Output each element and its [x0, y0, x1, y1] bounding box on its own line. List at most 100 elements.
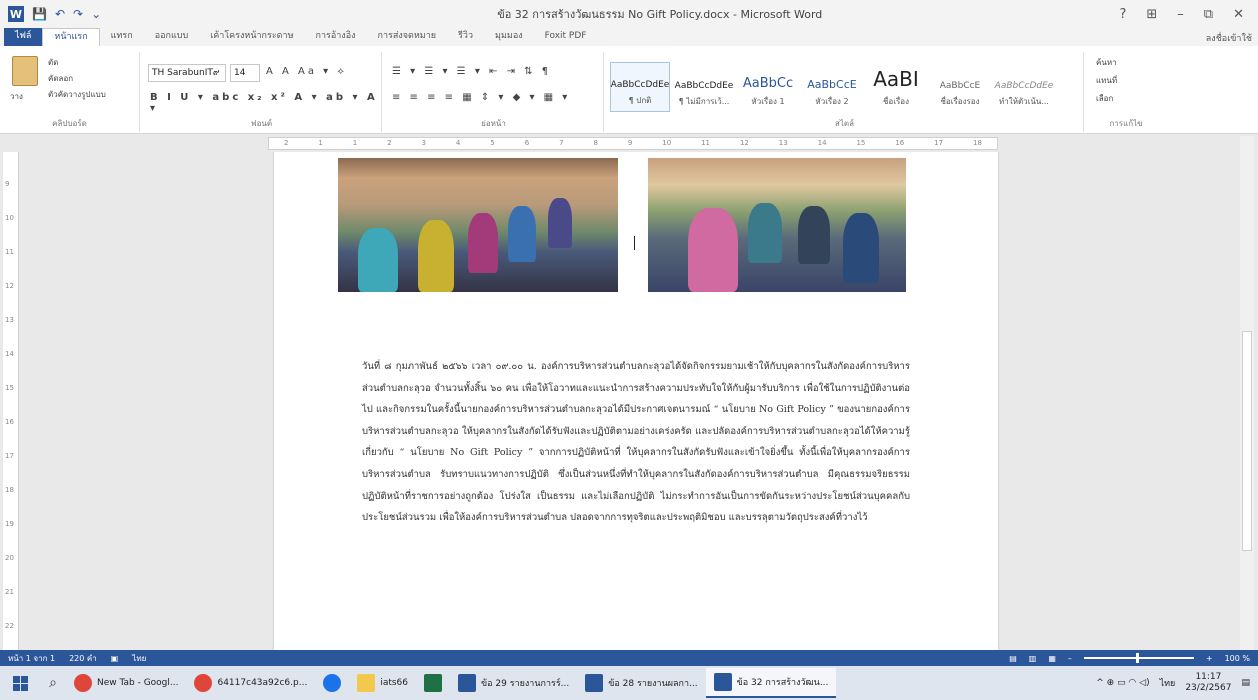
ruler-tick-label: 16	[895, 139, 905, 147]
minimize-button[interactable]: –	[1177, 7, 1184, 22]
taskbar-browser[interactable]	[315, 668, 349, 698]
taskbar-word-doc-28[interactable]: ข้อ 28 รายงานผลกา...	[577, 668, 705, 698]
customize-qat-icon[interactable]: ⌄	[91, 7, 101, 21]
tab-insert[interactable]: แทรก	[100, 28, 144, 46]
style-sample: AaBbCcE	[939, 81, 981, 91]
zoom-level[interactable]: 100 %	[1225, 654, 1250, 663]
vruler-tick-label: 22	[5, 622, 14, 630]
style-sample: AaBbCcDdEe	[674, 81, 734, 91]
vruler-tick-label: 12	[5, 282, 14, 290]
style-heading-1[interactable]: AaBbCc หัวเรื่อง 1	[738, 62, 798, 112]
event-photo-1[interactable]	[338, 158, 618, 292]
search-icon[interactable]: ⌕	[40, 675, 66, 691]
taskbar-word-doc-29[interactable]: ข้อ 29 รายงานการร์...	[450, 668, 577, 698]
read-mode-icon[interactable]: ▤	[1009, 654, 1017, 663]
vruler-tick-label: 11	[5, 248, 14, 256]
font-group-label: ฟอนต์	[250, 119, 273, 128]
taskbar-file-explorer[interactable]: iats66	[349, 668, 416, 698]
ruler-row: 2 1 1 2 3 4 5 6 7 8 9 10 11 12 13 14 15 16 17 18	[0, 134, 1258, 152]
restore-button[interactable]: ⧉	[1204, 7, 1213, 22]
word-icon	[458, 674, 477, 692]
language-indicator[interactable]: ไทย	[132, 652, 146, 665]
zoom-out-button[interactable]: –	[1068, 654, 1072, 663]
tab-mailings[interactable]: การส่งจดหมาย	[367, 28, 448, 46]
taskbar-word-doc-32[interactable]: ข้อ 32 การสร้างวัฒน...	[705, 668, 837, 698]
input-language[interactable]: ไทย	[1160, 676, 1176, 690]
proofing-icon[interactable]: ▣	[111, 654, 119, 663]
style-title[interactable]: AaBI ชื่อเรื่อง	[866, 62, 926, 112]
tab-design[interactable]: ออกแบบ	[144, 28, 200, 46]
web-layout-icon[interactable]: ▦	[1048, 654, 1056, 663]
ruler-tick-label: 15	[856, 139, 866, 147]
taskbar: ⌕ New Tab - Googl... 64117c43a92c6.p... …	[0, 666, 1258, 700]
event-photo-2[interactable]	[648, 158, 906, 292]
save-icon[interactable]: 💾	[32, 7, 47, 21]
document-page[interactable]: วันที่ ๘ กุมภาพันธ์ ๒๕๖๖ เวลา ๐๙.๐๐ น. อ…	[274, 152, 998, 650]
taskbar-excel[interactable]	[416, 668, 450, 698]
redo-icon[interactable]: ↷	[73, 7, 83, 21]
ruler-tick-label: 2	[283, 139, 289, 147]
zoom-slider-knob[interactable]	[1135, 653, 1139, 663]
cut-button[interactable]: ตัด	[48, 56, 58, 69]
tab-references[interactable]: การอ้างอิง	[305, 28, 367, 46]
folder-icon	[357, 674, 376, 692]
taskbar-chrome-pdf[interactable]: 64117c43a92c6.p...	[186, 668, 315, 698]
tab-review[interactable]: รีวิว	[447, 28, 484, 46]
style-normal[interactable]: AaBbCcDdEe ¶ ปกติ	[610, 62, 670, 112]
ruler-tick-label: 18	[973, 139, 982, 147]
sign-in-link[interactable]: ลงชื่อเข้าใช้	[1206, 31, 1252, 45]
undo-icon[interactable]: ↶	[55, 7, 65, 21]
font-tools-row2[interactable]: B I U ▾ abc x₂ x² A ▾ ab ▾ A ▾	[150, 92, 381, 114]
font-tools-row1[interactable]: A A Aa ▾ ⟡	[266, 66, 347, 77]
start-button[interactable]	[0, 675, 40, 691]
ribbon: วาง ตัด คัดลอก ตัวคัดวางรูปแบบ คลิปบอร์ด…	[0, 46, 1258, 134]
document-area: วันที่ ๘ กุมภาพันธ์ ๒๕๖๖ เวลา ๐๙.๐๐ น. อ…	[20, 152, 1240, 650]
vertical-scrollbar[interactable]	[1240, 136, 1254, 650]
tab-file[interactable]: ไฟล์	[4, 28, 43, 46]
style-no-spacing[interactable]: AaBbCcDdEe ¶ ไม่มีการเว้...	[674, 62, 734, 112]
style-heading-2[interactable]: AaBbCcE หัวเรื่อง 2	[802, 62, 862, 112]
word-icon	[713, 673, 732, 691]
paragraph-group: ☰ ▾ ☰ ▾ ☰ ▾ ⇤ ⇥ ⇅ ¶ ≡ ≡ ≡ ≡ ▦ ⇕ ▾ ◆ ▾ ▦ …	[384, 52, 604, 132]
taskbar-chrome-new-tab[interactable]: New Tab - Googl...	[66, 668, 186, 698]
tray-icons[interactable]: ^ ⊕ ▭ ◠ ◁)	[1096, 678, 1149, 688]
help-button[interactable]: ?	[1119, 7, 1126, 22]
page-count[interactable]: หน้า 1 จาก 1	[8, 652, 55, 665]
print-layout-icon[interactable]: ▥	[1029, 654, 1037, 663]
style-subtle-emphasis[interactable]: AaBbCcDdEe ทำให้ตัวเน้น...	[994, 62, 1054, 112]
word-count[interactable]: 220 คำ	[69, 652, 97, 665]
tab-foxit-pdf[interactable]: Foxit PDF	[534, 28, 598, 46]
find-button[interactable]: ค้นหา	[1096, 56, 1117, 69]
scrollbar-thumb[interactable]	[1242, 331, 1252, 551]
browser-icon	[323, 674, 342, 692]
vruler-tick-label: 9	[5, 180, 10, 188]
tab-layout[interactable]: เค้าโครงหน้ากระดาษ	[199, 28, 304, 46]
font-size-select[interactable]: 14	[230, 64, 260, 82]
style-name: ¶ ไม่มีการเว้...	[678, 97, 730, 106]
select-button[interactable]: เลือก	[1096, 92, 1113, 105]
close-button[interactable]: ✕	[1233, 7, 1244, 22]
format-painter-button[interactable]: ตัวคัดวางรูปแบบ	[48, 88, 106, 101]
paste-icon[interactable]	[12, 56, 38, 86]
vertical-ruler[interactable]: 9 10 11 12 13 14 15 16 17 18 19 20 21 22	[3, 152, 19, 650]
replace-button[interactable]: แทนที่	[1096, 74, 1117, 87]
paste-button[interactable]: วาง	[10, 90, 23, 103]
document-paragraph[interactable]: วันที่ ๘ กุมภาพันธ์ ๒๕๖๖ เวลา ๐๙.๐๐ น. อ…	[362, 356, 910, 529]
clock[interactable]: 11:17 23/2/2567	[1185, 672, 1231, 694]
ruler-tick-label: 7	[559, 139, 564, 147]
font-name-select[interactable]: TH SarabunIT๙	[148, 64, 226, 82]
paragraph-tools-row1[interactable]: ☰ ▾ ☰ ▾ ☰ ▾ ⇤ ⇥ ⇅ ¶	[392, 66, 551, 77]
ribbon-display-button[interactable]: ⊞	[1146, 7, 1157, 22]
style-subtitle[interactable]: AaBbCcE ชื่อเรื่องรอง	[930, 62, 990, 112]
excel-icon	[424, 674, 443, 692]
zoom-slider[interactable]	[1083, 653, 1194, 663]
ribbon-tabs: ไฟล์ หน้าแรก แทรก ออกแบบ เค้าโครงหน้ากระ…	[0, 28, 1258, 46]
tab-home[interactable]: หน้าแรก	[42, 28, 100, 46]
chrome-icon	[194, 674, 213, 692]
zoom-in-button[interactable]: +	[1206, 654, 1213, 663]
horizontal-ruler[interactable]: 2 1 1 2 3 4 5 6 7 8 9 10 11 12 13 14 15 16 17 18	[268, 137, 998, 150]
paragraph-tools-row2[interactable]: ≡ ≡ ≡ ≡ ▦ ⇕ ▾ ◆ ▾ ▦ ▾	[392, 92, 570, 103]
copy-button[interactable]: คัดลอก	[48, 72, 73, 85]
tab-view[interactable]: มุมมอง	[484, 28, 534, 46]
notifications-icon[interactable]: ▤	[1241, 678, 1250, 688]
